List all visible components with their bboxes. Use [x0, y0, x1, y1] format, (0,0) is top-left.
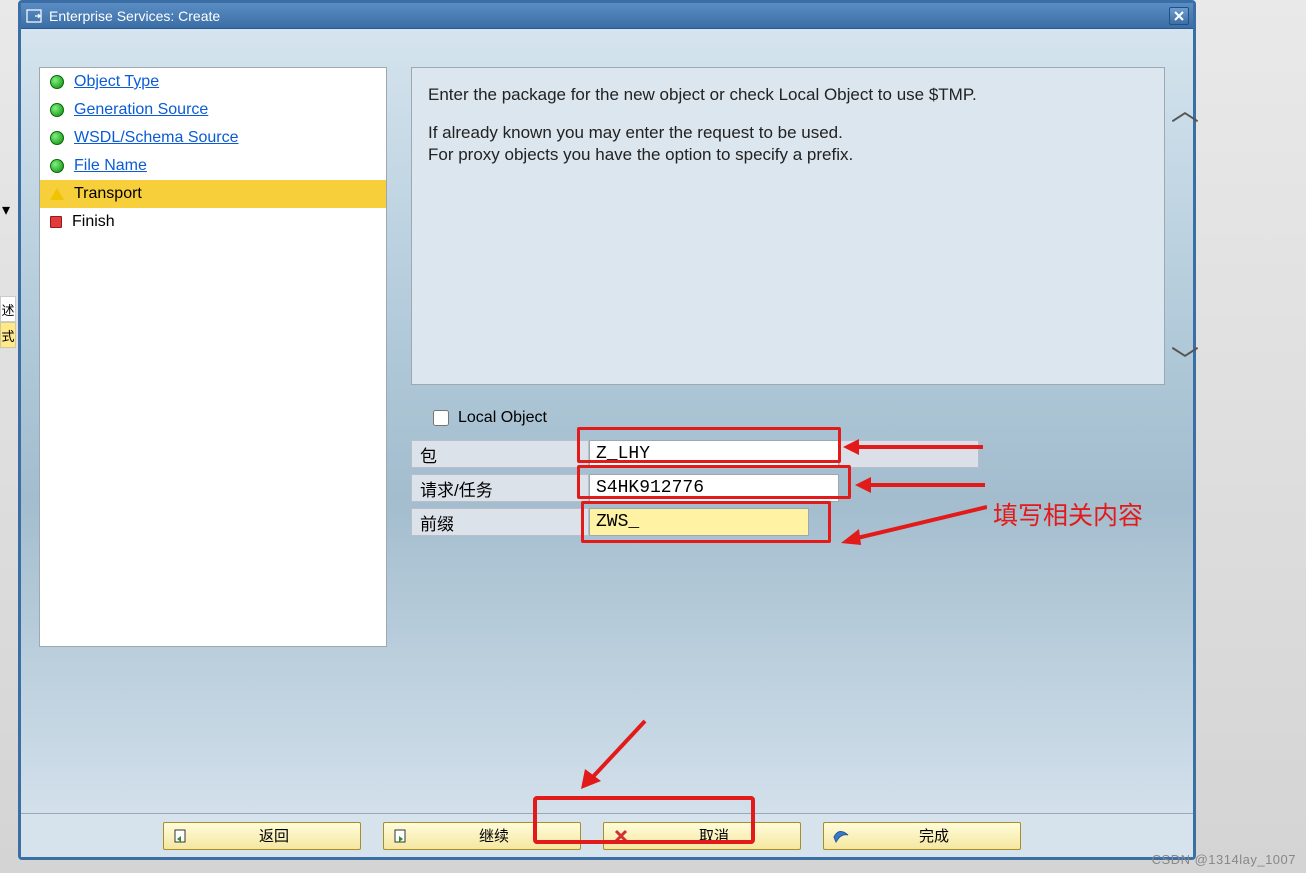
close-button[interactable] [1169, 7, 1189, 25]
step-label: WSDL/Schema Source [74, 129, 239, 147]
arrow-icon [843, 437, 983, 457]
step-label: File Name [74, 157, 147, 175]
status-icon-green [50, 75, 64, 89]
prefix-label: 前缀 [411, 508, 589, 536]
titlebar: Enterprise Services: Create [21, 3, 1193, 29]
continue-icon [392, 828, 410, 844]
back-button[interactable]: 返回 [163, 822, 361, 850]
arrow-icon [575, 715, 655, 795]
annotation-box-package [577, 427, 841, 463]
info-panel: Enter the package for the new object or … [411, 67, 1165, 385]
back-label: 返回 [196, 825, 352, 846]
scroll-arrows: ︿ ﹀ [1171, 89, 1199, 379]
background-cell-shu: 述 [0, 296, 16, 322]
wizard-steps: Object Type Generation Source WSDL/Schem… [39, 67, 387, 647]
package-label: 包 [411, 440, 589, 468]
step-label: Transport [74, 185, 142, 203]
step-transport[interactable]: Transport [40, 180, 386, 208]
window-icon [25, 8, 43, 24]
step-finish[interactable]: Finish [40, 208, 386, 236]
status-icon-yellow [50, 188, 64, 200]
finish-button[interactable]: 完成 [823, 822, 1021, 850]
annotation-box-request [577, 465, 851, 499]
dialog-body: Object Type Generation Source WSDL/Schem… [21, 29, 1193, 813]
annotation-box-continue [533, 796, 755, 844]
step-generation-source[interactable]: Generation Source [40, 96, 386, 124]
step-wsdl-schema-source[interactable]: WSDL/Schema Source [40, 124, 386, 152]
window-title: Enterprise Services: Create [49, 8, 1169, 24]
local-object-checkbox[interactable] [433, 410, 449, 426]
watermark: CSDN @1314lay_1007 [1152, 852, 1296, 867]
arrow-icon [837, 497, 987, 547]
annotation-text: 填写相关内容 [993, 496, 1213, 532]
status-icon-green [50, 159, 64, 173]
status-icon-green [50, 103, 64, 117]
info-text-2: If already known you may enter the reque… [428, 122, 1148, 144]
finish-icon [832, 829, 850, 843]
background-cell-shi: 式 [0, 322, 16, 348]
info-text-1: Enter the package for the new object or … [428, 84, 1148, 106]
local-object-label: Local Object [458, 409, 547, 427]
arrow-icon [855, 475, 985, 495]
step-label: Finish [72, 213, 115, 231]
step-object-type[interactable]: Object Type [40, 68, 386, 96]
background-chevron: ▾ [2, 200, 10, 220]
step-file-name[interactable]: File Name [40, 152, 386, 180]
back-icon [172, 828, 190, 844]
scroll-up-icon[interactable]: ︿ [1171, 89, 1199, 129]
info-text-3: For proxy objects you have the option to… [428, 144, 1148, 166]
status-icon-green [50, 131, 64, 145]
dialog-window: Enterprise Services: Create Object Type … [18, 0, 1196, 860]
annotation-box-prefix [581, 501, 831, 543]
request-label: 请求/任务 [411, 474, 589, 502]
step-label: Object Type [74, 73, 159, 91]
scroll-down-icon[interactable]: ﹀ [1171, 339, 1199, 379]
finish-label: 完成 [856, 825, 1012, 846]
step-label: Generation Source [74, 101, 208, 119]
status-icon-red [50, 216, 62, 228]
